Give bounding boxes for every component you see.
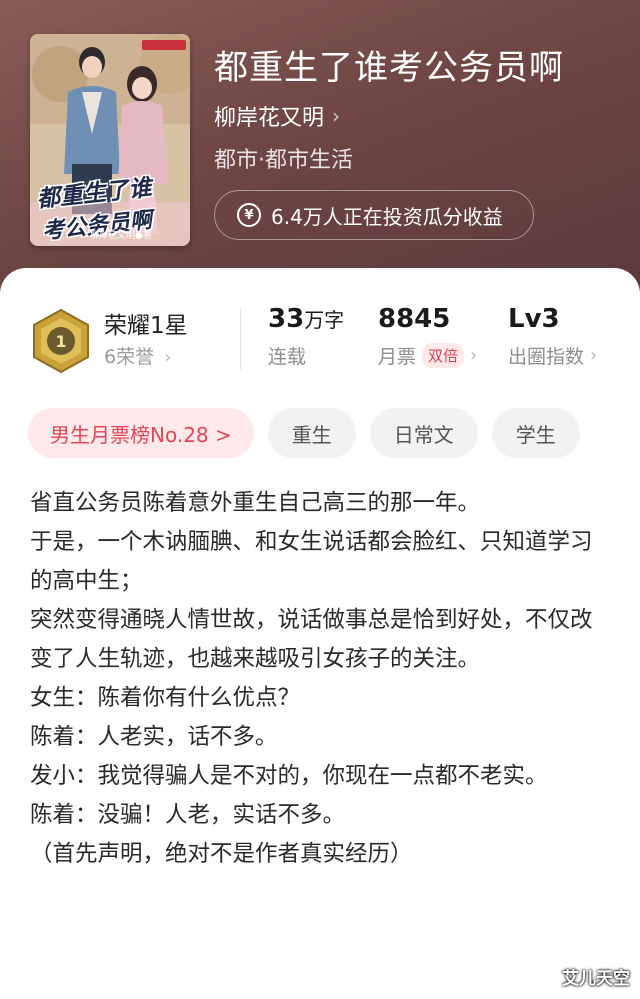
stat-value: 33	[268, 304, 305, 334]
rank-tag[interactable]: 男生月票榜No.28 >	[28, 408, 254, 458]
description-line: （首先声明，绝对不是作者真实经历）	[30, 841, 413, 867]
book-header: 都重生了谁 考公务员啊 柳岸花又明●著 都重生了谁考公务员啊 柳岸花又明 › 都…	[0, 0, 640, 300]
honor-name[interactable]: 荣耀1星	[104, 306, 188, 340]
double-badge: 双倍	[422, 343, 465, 368]
invest-text: 6.4万人正在投资瓜分收益	[271, 204, 503, 229]
divider	[240, 308, 241, 370]
tag-chip[interactable]: 学生	[491, 408, 580, 458]
book-info-card: 1 荣耀1星 6荣誉 › 33万字 连载 8845 月票 双倍 › Lv3 出圈指…	[0, 268, 640, 999]
description-line: 于是，一个木讷腼腆、和女生说话都会脸红、只知道学习的高中生；	[30, 529, 593, 594]
chevron-right-icon: ›	[164, 347, 172, 368]
honor-count-link[interactable]: 6荣誉 ›	[104, 342, 171, 369]
medal-icon[interactable]: 1	[30, 308, 92, 374]
honor-count: 6荣誉	[104, 346, 155, 368]
book-genre[interactable]: 都市·都市生活	[214, 142, 353, 174]
stat-value: Lv3	[508, 304, 560, 334]
description-line: 发小：我觉得骗人是不对的，你现在一点都不老实。	[30, 763, 548, 789]
chevron-right-icon: ›	[470, 345, 478, 366]
stat-label: 月票	[378, 346, 417, 368]
chevron-right-icon: ›	[590, 345, 598, 366]
stat-monthly-tickets[interactable]: 8845 月票 双倍 ›	[378, 304, 477, 369]
stat-value: 8845	[378, 304, 451, 334]
chevron-right-icon: ›	[332, 104, 341, 128]
book-cover[interactable]: 都重生了谁 考公务员啊 柳岸花又明●著	[30, 34, 190, 246]
cover-author: 柳岸花又明●著	[90, 231, 152, 241]
tag-chip[interactable]: 日常文	[369, 408, 478, 458]
stat-unit: 万字	[304, 308, 345, 332]
description-line: 陈着：人老实，话不多。	[30, 724, 278, 750]
yen-coin-icon: ¥	[237, 203, 261, 227]
author-name: 柳岸花又明	[214, 106, 325, 131]
description-line: 女生：陈着你有什么优点？	[30, 685, 301, 711]
tag-chip[interactable]: 重生	[267, 408, 356, 458]
book-title: 都重生了谁考公务员啊	[214, 48, 564, 88]
description-line: 陈着：没骗！人老，实话不多。	[30, 802, 346, 828]
stat-popularity-index[interactable]: Lv3 出圈指数 ›	[508, 304, 597, 369]
watermark: 艾儿天空	[562, 969, 630, 989]
invest-button[interactable]: ¥ 6.4万人正在投资瓜分收益	[214, 190, 534, 240]
stat-label: 连载	[268, 346, 307, 368]
tag-list: 男生月票榜No.28 > 重生 日常文 学生	[28, 408, 580, 458]
stat-label: 出圈指数	[508, 346, 585, 368]
stat-word-count: 33万字 连载	[268, 304, 344, 369]
author-link[interactable]: 柳岸花又明 ›	[214, 100, 340, 132]
book-description: 省直公务员陈着意外重生自己高三的那一年。 于是，一个木讷腼腆、和女生说话都会脸红…	[30, 484, 610, 874]
description-line: 省直公务员陈着意外重生自己高三的那一年。	[30, 490, 481, 516]
cover-logo-badge	[142, 40, 186, 50]
medal-level: 1	[55, 332, 66, 351]
description-line: 突然变得通晓人情世故，说话做事总是恰到好处，不仅改变了人生轨迹，也越来越吸引女孩…	[30, 607, 593, 672]
